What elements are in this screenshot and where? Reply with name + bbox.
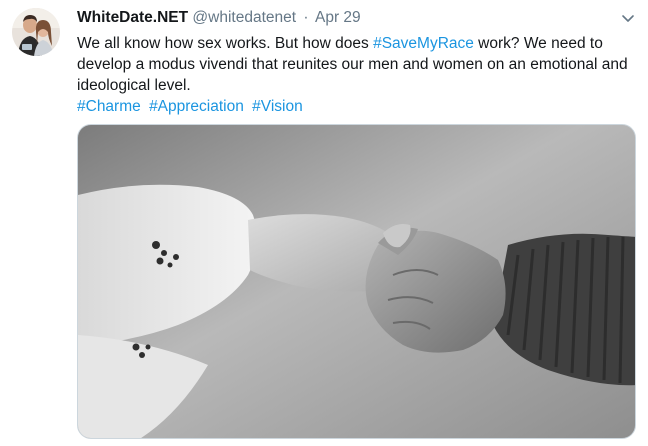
tweet-date[interactable]: Apr 29 xyxy=(315,9,361,26)
tweet[interactable]: WhiteDate.NET @whitedatenet · Apr 29 We … xyxy=(0,0,648,446)
hashtag-list: #Charme #Appreciation #Vision xyxy=(77,96,639,117)
hashtag-link[interactable]: #Charme xyxy=(77,98,141,115)
hashtag-link[interactable]: #Vision xyxy=(252,98,303,115)
avatar[interactable] xyxy=(12,8,60,56)
hashtag-link[interactable]: #Appreciation xyxy=(149,98,244,115)
separator-dot: · xyxy=(303,9,309,26)
author-handle[interactable]: @whitedatenet xyxy=(192,9,296,26)
tweet-media-photo[interactable] xyxy=(77,124,636,439)
tweet-text: We all know how sex works. But how does … xyxy=(77,33,639,117)
author-name[interactable]: WhiteDate.NET xyxy=(77,9,188,26)
tweet-header: WhiteDate.NET @whitedatenet · Apr 29 xyxy=(77,7,361,28)
hashtag-link[interactable]: #SaveMyRace xyxy=(373,35,474,52)
tweet-text-part1: We all know how sex works. But how does xyxy=(77,35,374,52)
chevron-down-icon[interactable] xyxy=(618,8,638,28)
